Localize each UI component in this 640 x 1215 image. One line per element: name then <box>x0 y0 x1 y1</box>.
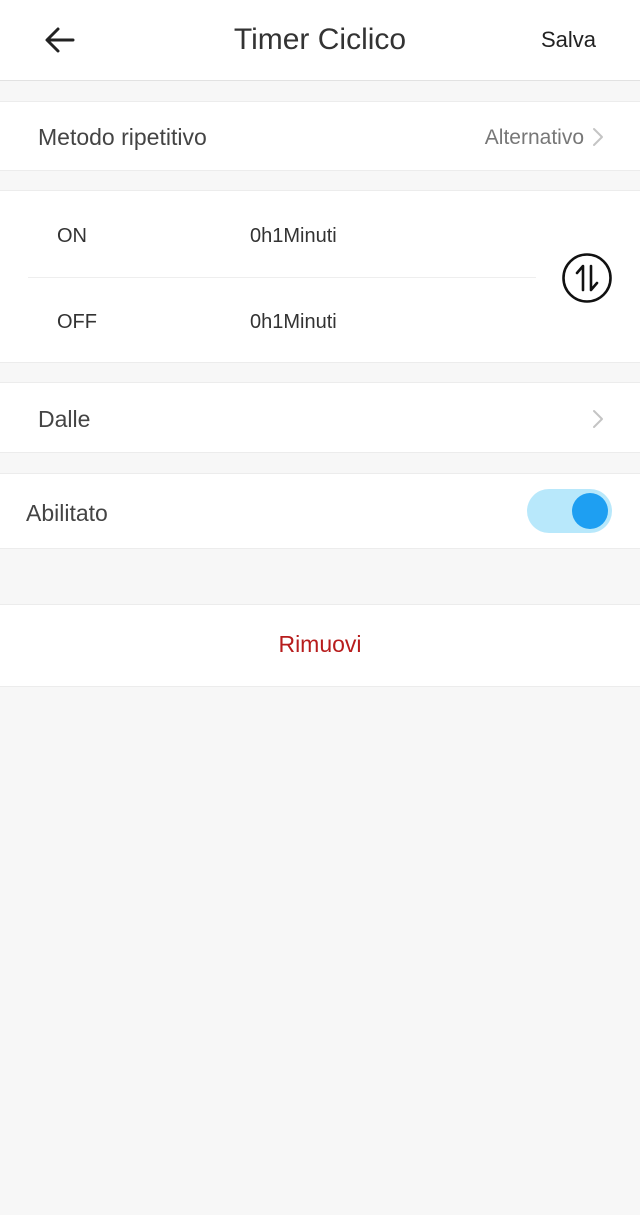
chevron-right-icon <box>593 410 603 428</box>
remove-button[interactable]: Rimuovi <box>0 631 640 658</box>
on-duration[interactable]: 0h1Minuti <box>250 225 337 248</box>
toggle-knob <box>572 493 608 529</box>
remove-row[interactable]: Rimuovi <box>0 604 640 687</box>
enabled-label: Abilitato <box>26 500 108 526</box>
repeat-method-value: Alternativo <box>484 126 584 149</box>
timer-divider <box>28 277 536 278</box>
swap-vertical-circle-icon[interactable] <box>561 252 613 304</box>
chevron-right-icon <box>593 128 603 146</box>
from-row[interactable]: Dalle <box>0 382 640 453</box>
save-button[interactable]: Salva <box>541 22 596 58</box>
enabled-toggle[interactable] <box>527 489 612 533</box>
timer-card: ON 0h1Minuti OFF 0h1Minuti <box>0 190 640 363</box>
off-label: OFF <box>57 311 97 333</box>
off-duration[interactable]: 0h1Minuti <box>250 311 337 334</box>
repeat-method-row[interactable]: Metodo ripetitivo Alternativo <box>0 101 640 171</box>
on-label: ON <box>57 225 87 247</box>
enabled-row: Abilitato <box>0 473 640 549</box>
top-bar: Timer Ciclico Salva <box>0 0 640 81</box>
repeat-method-label: Metodo ripetitivo <box>38 124 207 150</box>
from-label: Dalle <box>38 406 91 432</box>
